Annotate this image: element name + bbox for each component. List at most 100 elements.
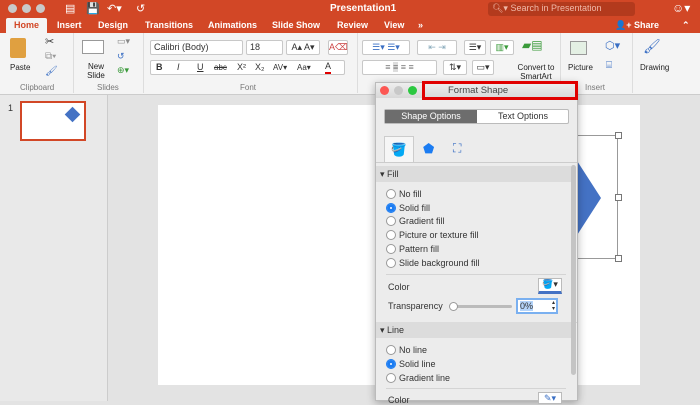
tab-review[interactable]: Review: [337, 20, 368, 30]
convert-smartart-button[interactable]: Convert to SmartArt: [510, 63, 562, 81]
line-spacing-button[interactable]: ☰▾: [464, 40, 486, 55]
underline-button[interactable]: U: [197, 61, 204, 74]
share-button[interactable]: 👤+ Share: [615, 20, 659, 31]
clear-formatting-button[interactable]: A⌫: [328, 40, 348, 55]
radio-picture-fill[interactable]: Picture or texture fill: [386, 230, 479, 240]
new-slide-icon[interactable]: [82, 40, 104, 54]
tab-animations[interactable]: Animations: [208, 20, 257, 30]
superscript-button[interactable]: X²: [237, 61, 246, 74]
picture-button[interactable]: Picture: [568, 63, 593, 72]
format-painter-icon[interactable]: 🖌: [45, 66, 58, 77]
indent-buttons[interactable]: ⇤ ⇥: [417, 40, 457, 55]
tab-design[interactable]: Design: [98, 20, 128, 30]
tab-transitions[interactable]: Transitions: [145, 20, 193, 30]
cut-icon[interactable]: ✂: [45, 35, 54, 48]
clipboard-group-label: Clipboard: [20, 83, 55, 92]
insert-group-label: Insert: [585, 83, 606, 92]
transparency-value: 0%: [520, 301, 534, 311]
format-shape-pane: Format Shape Shape Options Text Options …: [375, 81, 578, 405]
font-color-button[interactable]: A: [325, 61, 332, 74]
copy-icon[interactable]: ⧉▾: [45, 51, 56, 62]
tab-slide-show[interactable]: Slide Show: [272, 20, 320, 30]
radio-solid-line[interactable]: Solid line: [386, 359, 436, 369]
radio-slide-background-fill[interactable]: Slide background fill: [386, 258, 480, 268]
effects-tab-icon[interactable]: ⬟: [423, 141, 434, 157]
window-title: Presentation1: [330, 3, 397, 14]
zoom-window-button[interactable]: [36, 4, 45, 13]
radio-solid-fill[interactable]: Solid fill: [386, 203, 430, 213]
transparency-input[interactable]: 0% ▴ ▾: [516, 298, 558, 314]
radio-label: No line: [399, 345, 428, 355]
resize-handle[interactable]: [615, 132, 622, 139]
strikethrough-button[interactable]: abc: [214, 61, 227, 74]
radio-gradient-line[interactable]: Gradient line: [386, 373, 450, 383]
shapes-icon[interactable]: ⬡▾: [605, 39, 620, 52]
tab-shape-options[interactable]: Shape Options: [385, 110, 477, 123]
tab-insert[interactable]: Insert: [57, 20, 82, 30]
more-tabs-icon[interactable]: »: [418, 20, 423, 30]
size-properties-tab-icon[interactable]: ⛶: [453, 141, 461, 156]
radio-no-line[interactable]: No line: [386, 345, 427, 355]
list-buttons[interactable]: ☰▾ ☰▾: [362, 40, 410, 55]
drawing-icon[interactable]: 🖌: [643, 38, 661, 55]
radio-pattern-fill[interactable]: Pattern fill: [386, 244, 439, 254]
drawing-button[interactable]: Drawing: [640, 63, 669, 72]
new-slide-button[interactable]: New Slide: [82, 62, 110, 80]
change-case-button[interactable]: Aa▾: [297, 61, 311, 74]
resize-handle[interactable]: [615, 255, 622, 262]
sidebar-toggle-icon[interactable]: ▤: [65, 2, 75, 15]
share-icon: 👤+: [615, 20, 634, 30]
transparency-slider-thumb[interactable]: [449, 302, 458, 311]
transparency-slider[interactable]: [449, 302, 512, 311]
close-pane-button[interactable]: [380, 86, 389, 95]
text-box-icon[interactable]: ⌸: [606, 60, 612, 71]
minimize-window-button[interactable]: [22, 4, 31, 13]
tab-text-options[interactable]: Text Options: [477, 110, 569, 123]
align-buttons[interactable]: ≡ ≡ ≡ ≡: [362, 60, 437, 75]
font-size-select[interactable]: 18: [246, 40, 283, 55]
font-name-select[interactable]: Calibri (Body): [150, 40, 243, 55]
save-icon[interactable]: 💾: [86, 2, 100, 15]
pane-scrollbar[interactable]: [571, 165, 576, 375]
line-header-label: Line: [387, 325, 405, 335]
tab-home[interactable]: Home: [6, 18, 48, 33]
fill-line-tab-icon[interactable]: 🪣: [384, 136, 414, 163]
bold-button[interactable]: B: [156, 61, 163, 74]
redo-icon[interactable]: ↺: [136, 2, 145, 15]
smartart-icon[interactable]: ▰▤: [522, 38, 543, 52]
layout-icon[interactable]: ▭▾: [117, 36, 130, 47]
reset-icon[interactable]: ↺: [117, 51, 125, 62]
zoom-pane-button[interactable]: [408, 86, 417, 95]
radio-label: Solid fill: [399, 203, 431, 213]
undo-icon[interactable]: ↶▾: [107, 2, 122, 15]
paste-button[interactable]: Paste: [10, 63, 30, 72]
section-icon[interactable]: ⊕▾: [117, 65, 129, 76]
collapse-ribbon-icon[interactable]: ⌃: [682, 20, 690, 31]
radio-label: Picture or texture fill: [399, 230, 479, 240]
search-icon: 🔍︎▾: [492, 3, 511, 13]
tab-view[interactable]: View: [384, 20, 404, 30]
line-section-header[interactable]: ▾ Line: [376, 322, 571, 338]
subscript-button[interactable]: X₂: [255, 61, 265, 74]
line-color-picker[interactable]: ✎▾: [538, 392, 562, 404]
title-highlight-box: [422, 81, 578, 100]
fill-color-picker[interactable]: 🪣▾: [538, 278, 562, 294]
slide-thumbnail[interactable]: [20, 101, 86, 141]
columns-button[interactable]: ▥▾: [490, 40, 514, 55]
font-size-buttons[interactable]: A▴ A▾: [286, 40, 320, 55]
align-text-button[interactable]: ▭▾: [472, 60, 494, 75]
fill-section-header[interactable]: ▾ Fill: [376, 166, 571, 182]
picture-icon[interactable]: [570, 41, 587, 55]
italic-button[interactable]: I: [177, 61, 180, 74]
search-input[interactable]: 🔍︎▾ Search in Presentation: [488, 2, 635, 16]
account-smiley-icon[interactable]: ☺▾: [672, 1, 690, 15]
resize-handle[interactable]: [615, 194, 622, 201]
character-spacing-button[interactable]: AV▾: [273, 61, 287, 74]
share-label: Share: [633, 20, 659, 30]
close-window-button[interactable]: [8, 4, 17, 13]
paste-icon[interactable]: [10, 38, 26, 58]
radio-no-fill[interactable]: No fill: [386, 189, 422, 199]
text-direction-button[interactable]: ⇅▾: [443, 60, 467, 75]
radio-gradient-fill[interactable]: Gradient fill: [386, 216, 445, 226]
stepper-icon[interactable]: ▴ ▾: [552, 300, 555, 312]
